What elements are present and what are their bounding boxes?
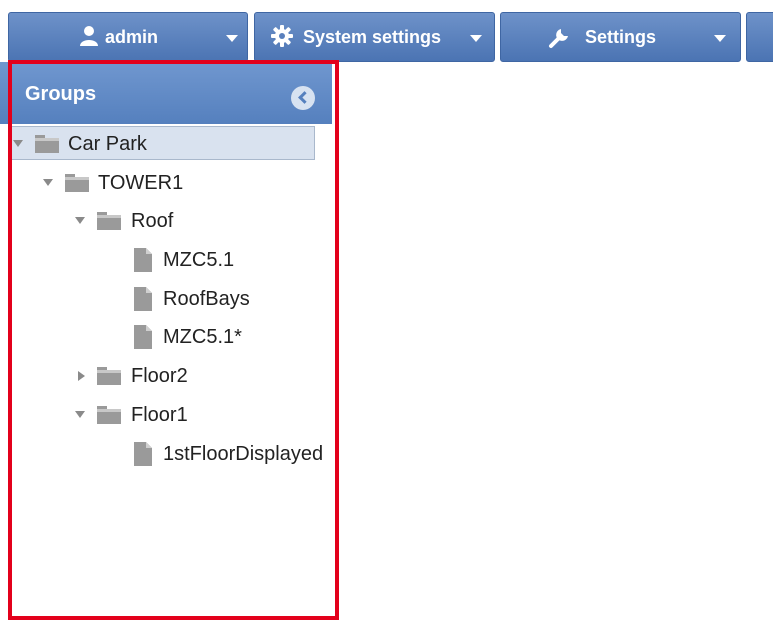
user-menu-button[interactable]: admin xyxy=(8,12,248,62)
folder-icon xyxy=(65,174,89,192)
settings-button[interactable]: Settings xyxy=(500,12,741,62)
tree-node-car-park[interactable]: Car Park xyxy=(8,126,315,160)
tree-node-roof[interactable]: Roof xyxy=(72,204,322,238)
expanded-arrow-icon[interactable] xyxy=(75,217,85,224)
tree-node-roofbays[interactable]: RoofBays xyxy=(134,282,324,316)
toolbar-button-more[interactable] xyxy=(746,12,773,62)
tree-node-floor1[interactable]: Floor1 xyxy=(72,398,322,432)
chevron-down-icon xyxy=(714,35,726,42)
wrench-icon xyxy=(549,29,568,48)
expanded-arrow-icon[interactable] xyxy=(75,411,85,418)
groups-panel-header: Groups xyxy=(0,62,332,124)
system-settings-button[interactable]: System settings xyxy=(254,12,495,62)
folder-icon xyxy=(97,367,121,385)
folder-icon xyxy=(97,406,121,424)
tree-node-label: MZC5.1 xyxy=(163,249,235,271)
tree-node-label: MZC5.1* xyxy=(163,326,242,348)
tree-node-floor2[interactable]: Floor2 xyxy=(72,359,322,393)
file-icon xyxy=(134,442,152,466)
settings-label: Settings xyxy=(585,27,657,47)
tree-node-label: Floor2 xyxy=(131,365,188,387)
folder-icon xyxy=(97,212,121,230)
file-icon xyxy=(134,325,152,349)
tree-node-label: Roof xyxy=(131,210,174,232)
chevron-down-icon xyxy=(226,35,238,42)
file-icon xyxy=(134,248,152,272)
expanded-arrow-icon[interactable] xyxy=(43,179,53,186)
tree-node-1stfloordisplayed[interactable]: 1stFloorDisplayed xyxy=(134,437,330,471)
tree-node-tower1[interactable]: TOWER1 xyxy=(40,166,320,200)
expanded-arrow-icon[interactable] xyxy=(13,140,23,147)
tree-node-mzc5-1[interactable]: MZC5.1 xyxy=(134,243,324,277)
top-toolbar: admin System settings Settings xyxy=(0,0,773,66)
tree-node-label: Floor1 xyxy=(131,404,188,426)
file-icon xyxy=(134,287,152,311)
collapsed-arrow-icon[interactable] xyxy=(78,371,85,381)
tree-node-mzc5-1-star[interactable]: MZC5.1* xyxy=(134,320,324,354)
chevron-left-icon[interactable] xyxy=(291,86,315,110)
user-menu-label: admin xyxy=(105,27,159,47)
user-icon xyxy=(80,26,98,46)
gear-icon xyxy=(271,25,293,47)
groups-panel-title: Groups xyxy=(25,83,97,105)
tree-node-label: Car Park xyxy=(68,133,147,155)
folder-icon xyxy=(35,135,59,153)
chevron-down-icon xyxy=(470,35,482,42)
tree-node-label: 1stFloorDisplayed xyxy=(163,443,324,465)
tree-node-label: TOWER1 xyxy=(98,172,184,194)
tree-node-label: RoofBays xyxy=(163,288,250,310)
system-settings-label: System settings xyxy=(303,27,442,47)
